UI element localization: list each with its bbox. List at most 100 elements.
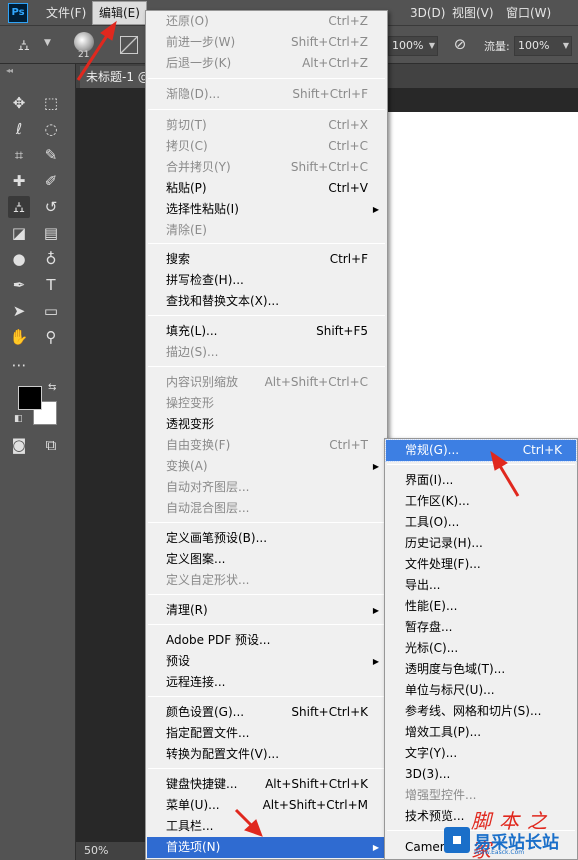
menu-window[interactable]: 窗口(W) (500, 0, 557, 26)
edit-menu-item[interactable]: 内容识别缩放 Alt+Shift+Ctrl+C (147, 372, 386, 393)
preferences-menu-item[interactable]: 界面(I)... (386, 470, 576, 491)
edit-menu-item[interactable]: 定义图案... (147, 549, 386, 570)
marquee-tool-icon[interactable]: ⬚ (40, 92, 62, 114)
edit-menu-item[interactable]: 首选项(N) ▶ (147, 837, 386, 858)
blur-tool-icon[interactable]: ● (8, 248, 30, 270)
hand-tool-icon[interactable]: ✋ (8, 326, 30, 348)
preferences-menu-item[interactable]: 文字(Y)... (386, 743, 576, 764)
gradient-tool-icon[interactable]: ▤ (40, 222, 62, 244)
edit-menu-item[interactable]: 拷贝(C) Ctrl+C (147, 136, 386, 157)
clone-stamp-tool-icon[interactable]: ⛼ (8, 196, 30, 218)
edit-menu-item[interactable]: 透视变形 (147, 414, 386, 435)
preferences-menu-item[interactable]: 单位与标尺(U)... (386, 680, 576, 701)
edit-menu-item[interactable]: 后退一步(K) Alt+Ctrl+Z (147, 53, 386, 74)
chevron-down-icon[interactable]: ▼ (563, 37, 569, 55)
eraser-tool-icon[interactable]: ◪ (8, 222, 30, 244)
edit-menu-item[interactable]: 转换为配置文件(V)... (147, 744, 386, 765)
preferences-menu-item[interactable]: 3D(3)... (386, 764, 576, 785)
edit-menu-item[interactable]: 变换(A) ▶ (147, 456, 386, 477)
type-tool-icon[interactable]: T (40, 274, 62, 296)
edit-menu-item[interactable]: 定义画笔预设(B)... (147, 528, 386, 549)
edit-menu-item[interactable]: 合并拷贝(Y) Shift+Ctrl+C (147, 157, 386, 178)
menu-3d[interactable]: 3D(D) (404, 0, 451, 26)
menu-item-label: 文件处理(F)... (405, 557, 481, 571)
zoom-tool-icon[interactable]: ⚲ (40, 326, 62, 348)
preferences-menu-item[interactable]: 工具(O)... (386, 512, 576, 533)
brush-panel-icon[interactable] (120, 36, 138, 54)
chevron-down-icon[interactable]: ▼ (429, 37, 435, 55)
edit-menu-item[interactable]: Adobe PDF 预设... (147, 630, 386, 651)
menu-edit[interactable]: 编辑(E) (92, 1, 147, 25)
menu-separator (148, 624, 385, 625)
quick-select-tool-icon[interactable]: ◌ (40, 118, 62, 140)
zoom-level[interactable]: 50% (76, 842, 146, 860)
foreground-color-swatch[interactable] (18, 386, 42, 410)
history-brush-tool-icon[interactable]: ↺ (40, 196, 62, 218)
edit-menu-item[interactable]: 预设 ▶ (147, 651, 386, 672)
menu-item-label: 操控变形 (166, 396, 215, 410)
edit-menu-item[interactable]: 颜色设置(G)... Shift+Ctrl+K (147, 702, 386, 723)
clone-stamp-icon[interactable]: ⛼ (18, 36, 38, 54)
lasso-tool-icon[interactable]: ℓ (8, 118, 30, 140)
edit-menu-item[interactable]: 选择性粘贴(I) ▶ (147, 199, 386, 220)
dodge-tool-icon[interactable]: ♁ (40, 248, 62, 270)
opacity-field[interactable]: 100% ▼ (388, 36, 438, 56)
edit-menu-item[interactable]: 定义自定形状... (147, 570, 386, 591)
edit-menu-item[interactable]: 搜索 Ctrl+F (147, 249, 386, 270)
menu-file[interactable]: 文件(F) (40, 0, 92, 26)
path-select-tool-icon[interactable]: ➤ (8, 300, 30, 322)
swap-colors-icon[interactable]: ⇆ (48, 382, 56, 393)
preferences-menu-item[interactable]: 性能(E)... (386, 596, 576, 617)
edit-menu-item[interactable]: 还原(O) Ctrl+Z (147, 11, 386, 32)
edit-menu-item[interactable]: 拼写检查(H)... (147, 270, 386, 291)
screen-mode-icon[interactable]: ⧉ (40, 434, 62, 456)
edit-menu-item[interactable]: 查找和替换文本(X)... (147, 291, 386, 312)
preferences-menu-item[interactable]: 增效工具(P)... (386, 722, 576, 743)
healing-brush-tool-icon[interactable]: ✚ (8, 170, 30, 192)
collapse-icon[interactable]: ◂◂ (6, 66, 13, 75)
edit-menu-item[interactable]: 工具栏... (147, 816, 386, 837)
default-colors-icon[interactable]: ◧ (14, 414, 23, 424)
brush-size: 21 (78, 50, 90, 60)
preferences-menu-item[interactable]: 导出... (386, 575, 576, 596)
chevron-down-icon[interactable]: ▼ (44, 38, 51, 48)
edit-menu-item[interactable]: 指定配置文件... (147, 723, 386, 744)
preferences-menu-item[interactable]: 常规(G)... Ctrl+K (385, 439, 577, 462)
edit-menu-item[interactable]: 菜单(U)... Alt+Shift+Ctrl+M (147, 795, 386, 816)
edit-menu-item[interactable]: 远程连接... (147, 672, 386, 693)
flow-field[interactable]: 100% ▼ (514, 36, 572, 56)
edit-menu-item[interactable]: 填充(L)... Shift+F5 (147, 321, 386, 342)
edit-menu-item[interactable]: 描边(S)... (147, 342, 386, 363)
brush-tool-icon[interactable]: ✐ (40, 170, 62, 192)
quick-mask-icon[interactable]: ◙ (8, 434, 30, 456)
menu-item-label: 3D(3)... (405, 767, 451, 781)
eyedropper-tool-icon[interactable]: ✎ (40, 144, 62, 166)
edit-menu-item[interactable]: 键盘快捷键... Alt+Shift+Ctrl+K (147, 774, 386, 795)
preferences-menu-item[interactable]: 光标(C)... (386, 638, 576, 659)
menu-view[interactable]: 视图(V) (446, 0, 500, 26)
more-tools-icon[interactable]: ⋯ (8, 354, 30, 376)
preferences-menu-item[interactable]: 透明度与色域(T)... (386, 659, 576, 680)
preferences-menu-item[interactable]: 历史记录(H)... (386, 533, 576, 554)
edit-menu-item[interactable]: 渐隐(D)... Shift+Ctrl+F (147, 84, 386, 105)
edit-menu-item[interactable]: 自动混合图层... (147, 498, 386, 519)
move-tool-icon[interactable]: ✥ (8, 92, 30, 114)
edit-menu-item[interactable]: 自动对齐图层... (147, 477, 386, 498)
shape-tool-icon[interactable]: ▭ (40, 300, 62, 322)
edit-menu-item[interactable]: 清除(E) (147, 220, 386, 241)
edit-menu-item[interactable]: 剪切(T) Ctrl+X (147, 115, 386, 136)
edit-menu-item[interactable]: 前进一步(W) Shift+Ctrl+Z (147, 32, 386, 53)
pressure-icon[interactable]: ⊘ (450, 35, 470, 55)
pen-tool-icon[interactable]: ✒ (8, 274, 30, 296)
edit-menu-item[interactable]: 粘贴(P) Ctrl+V (147, 178, 386, 199)
edit-menu-item[interactable]: 操控变形 (147, 393, 386, 414)
document-canvas[interactable] (388, 112, 578, 447)
preferences-menu-item[interactable]: 暂存盘... (386, 617, 576, 638)
brush-preview-icon[interactable] (74, 32, 94, 52)
edit-menu-item[interactable]: 清理(R) ▶ (147, 600, 386, 621)
edit-menu-item[interactable]: 自由变换(F) Ctrl+T (147, 435, 386, 456)
crop-tool-icon[interactable]: ⌗ (8, 144, 30, 166)
preferences-menu-item[interactable]: 参考线、网格和切片(S)... (386, 701, 576, 722)
preferences-menu-item[interactable]: 工作区(K)... (386, 491, 576, 512)
preferences-menu-item[interactable]: 文件处理(F)... (386, 554, 576, 575)
